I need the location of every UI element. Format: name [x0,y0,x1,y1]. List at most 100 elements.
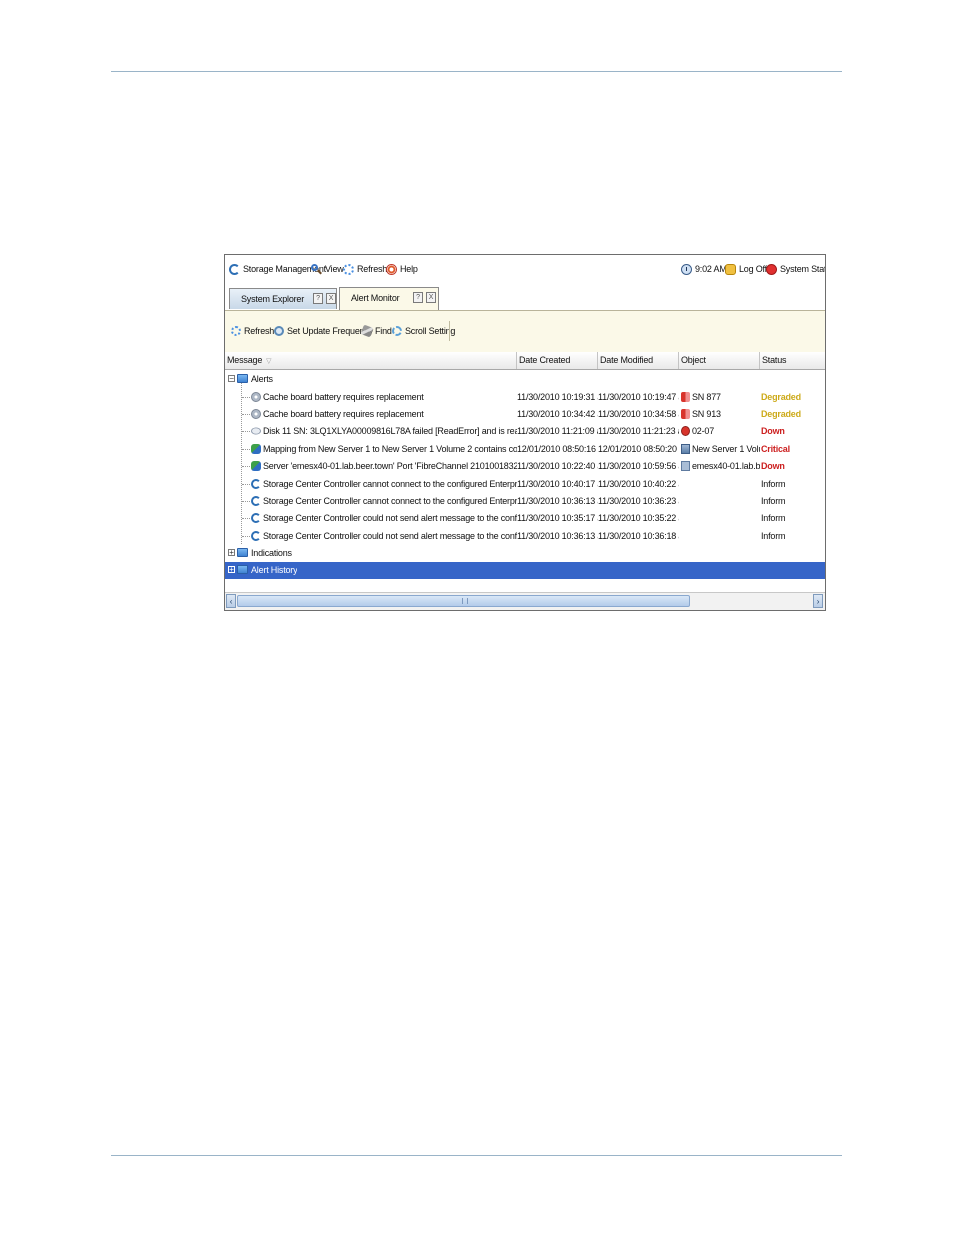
update-frequency-icon [274,326,284,336]
tab-system-explorer[interactable]: System Explorer ? X [229,288,337,309]
server-icon [681,461,690,472]
alert-message: Storage Center Controller could not send… [263,530,517,541]
alert-row[interactable]: Cache board battery requires replacement… [225,406,825,423]
tree-node-indications-label: Indications [251,548,292,558]
tree-connector [242,413,250,415]
tree-node-indications[interactable]: + Indications [225,545,825,562]
alert-message: Storage Center Controller cannot connect… [263,495,517,506]
volume-icon [681,443,690,454]
alert-date-created: 11/30/2010 10:22:40 am [517,461,598,472]
alert-date-created: 11/30/2010 10:34:42 am [517,408,598,419]
tab-system-explorer-help-button[interactable]: ? [313,293,323,304]
alert-row[interactable]: Storage Center Controller cannot connect… [225,476,825,493]
column-header-date-created[interactable]: Date Created [517,352,598,369]
page-footer-rule [111,1155,842,1156]
alert-date-created: 12/01/2010 08:50:16 am [517,443,598,454]
expand-toggle-icon[interactable]: + [228,566,235,574]
tab-alert-monitor-close-button[interactable]: X [426,292,436,303]
set-update-frequency-button[interactable]: Set Update Frequency [274,325,373,337]
alert-date-created: 11/30/2010 10:40:17 am [517,478,598,489]
scroll-setting-button[interactable]: Scroll Setting [392,325,455,337]
tab-system-explorer-close-button[interactable]: X [326,293,336,304]
alert-date-modified: 11/30/2010 11:21:23 am [598,426,679,437]
scroll-left-arrow-icon[interactable]: ‹ [226,594,236,608]
alert-status: Degraded [761,408,801,419]
folder-icon [237,374,248,383]
system-status-label: System Status [780,264,825,274]
alert-date-modified: 11/30/2010 10:40:22 am [598,478,679,489]
alert-status: Inform [761,495,786,506]
alert-object: SN 877 [692,391,721,402]
tree-connector [242,396,250,398]
set-update-frequency-label: Set Update Frequency [287,326,374,336]
column-header-status[interactable]: Status [760,352,825,369]
refresh-icon [343,263,354,275]
controller-icon [681,408,690,419]
horizontal-scrollbar[interactable]: ‹ › [225,592,825,610]
menu-view-label: View [325,264,344,274]
scroll-setting-label: Scroll Setting [405,326,456,336]
column-header-message-label: Message [227,355,263,365]
alert-monitor-toolbar: Refresh Set Update Frequency Find Scroll… [225,311,825,353]
alert-date-created: 11/30/2010 10:19:31 am [517,391,598,402]
tab-alert-monitor[interactable]: Alert Monitor ? X [339,287,439,310]
tree-connector [242,518,250,520]
refresh-icon [231,326,241,336]
alert-message: Storage Center Controller cannot connect… [263,478,517,489]
alert-row[interactable]: Storage Center Controller cannot connect… [225,493,825,510]
alert-object: emesx40-01.lab.b... [692,461,760,472]
battery-icon [251,408,261,419]
column-header-object[interactable]: Object [679,352,760,369]
scrollbar-grip [462,598,468,604]
alert-date-modified: 11/30/2010 10:19:47 am [598,391,679,402]
folder-icon [237,548,248,557]
menu-view[interactable]: View [311,262,344,276]
tree-connector [242,466,250,468]
help-lifebuoy-icon [386,263,397,275]
alert-row[interactable]: Mapping from New Server 1 to New Server … [225,441,825,458]
menu-help[interactable]: Help [386,262,418,276]
find-button[interactable]: Find [360,324,392,338]
tree-node-alerts[interactable]: − Alerts [225,371,825,388]
alert-row[interactable]: Disk 11 SN: 3LQ1XLYA00009816L78A failed … [225,423,825,440]
alert-message: Server 'emesx40-01.lab.beer.town' Port '… [263,461,517,472]
log-off-button[interactable]: Log Off [725,262,767,276]
alert-date-created: 11/30/2010 10:36:13 am [517,495,598,506]
toolbar-refresh-label: Refresh [244,326,275,336]
menu-refresh[interactable]: Refresh [343,262,387,276]
scroll-right-arrow-icon[interactable]: › [813,594,823,608]
alert-date-created: 11/30/2010 10:35:17 am [517,513,598,524]
alert-status: Inform [761,530,786,541]
folder-icon [237,565,248,574]
storage-center-icon [251,478,261,489]
tree-connector [242,483,250,485]
tree-node-alert-history[interactable]: + Alert History [225,562,825,579]
menu-bar: Storage Management View Refresh Help 9:0… [225,255,825,283]
column-header-message[interactable]: Message ▽ [225,352,517,369]
alert-message: Cache board battery requires replacement [263,391,424,402]
alert-row[interactable]: Storage Center Controller could not send… [225,528,825,545]
expand-toggle-icon[interactable]: + [228,549,235,557]
tab-system-explorer-label: System Explorer [241,294,305,304]
alert-status: Critical [761,443,790,454]
scrollbar-thumb[interactable] [237,595,690,607]
column-header-date-modified[interactable]: Date Modified [598,352,679,369]
alert-row[interactable]: Server 'emesx40-01.lab.beer.town' Port '… [225,458,825,475]
tab-alert-monitor-help-button[interactable]: ? [413,292,423,303]
tree-node-alerts-label: Alerts [251,374,273,384]
alert-row[interactable]: Storage Center Controller could not send… [225,510,825,527]
storage-center-icon [251,495,261,506]
tree-node-alert-history-label: Alert History [251,565,298,575]
collapse-toggle-icon[interactable]: − [228,375,235,383]
toolbar-refresh-button[interactable]: Refresh [231,325,274,337]
find-label: Find [375,326,392,336]
alert-date-modified: 11/30/2010 10:36:23 am [598,495,679,506]
alert-status: Down [761,426,785,437]
alert-table-header: Message ▽ Date Created Date Modified Obje… [225,352,825,370]
system-status-button[interactable]: System Status [766,262,825,276]
storage-center-icon [251,530,261,541]
alert-row[interactable]: Cache board battery requires replacement… [225,389,825,406]
tree-connector [242,431,250,433]
controller-icon [681,391,690,402]
log-off-label: Log Off [739,264,767,274]
